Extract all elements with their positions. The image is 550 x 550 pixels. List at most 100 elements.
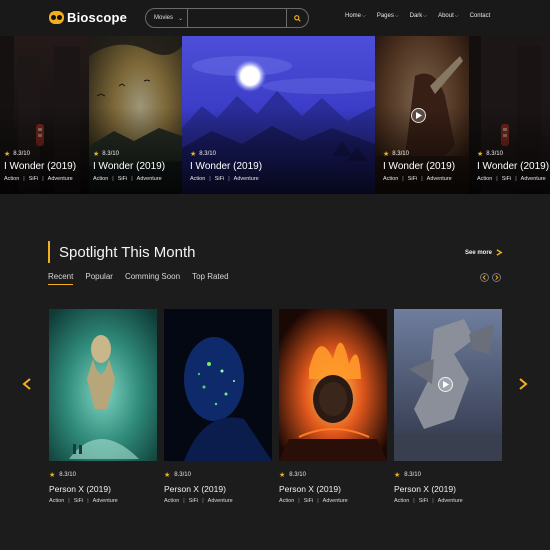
hero-carousel: ★ 8.3/10 I Wonder (2019) Action | SiFi | Adve… (0, 36, 550, 194)
search-button[interactable] (286, 9, 308, 27)
slide-rating: 8.3/10 (486, 151, 503, 157)
nav-contact[interactable]: Contact (470, 13, 491, 19)
movie-poster[interactable] (394, 309, 502, 461)
nav-home[interactable]: Home ⌵ (345, 13, 366, 19)
star-icon: ★ (394, 472, 401, 479)
slide-rating: 8.3/10 (199, 151, 216, 157)
chevron-down-icon: ⌄ (177, 15, 183, 22)
filter-tabs: Recent Popular Comming Soon Top Rated (48, 272, 241, 285)
chevron-down-icon: ⌵ (423, 13, 428, 19)
genre-tag[interactable]: Action (394, 498, 409, 504)
nav-pages[interactable]: Pages ⌵ (377, 13, 399, 19)
tab-popular[interactable]: Popular (85, 272, 113, 285)
slide-info: ★ 8.3/10 I Wonder (2019) Action | SiFi | Adve… (383, 151, 456, 182)
play-icon (415, 112, 422, 119)
genre-tag[interactable]: SiFi (408, 176, 417, 182)
nav-dark-label: Dark (409, 13, 423, 19)
tab-top-rated[interactable]: Top Rated (192, 272, 228, 285)
genre-tag[interactable]: Adventure (93, 498, 118, 504)
genre-tag[interactable]: Action (383, 176, 398, 182)
search-bar: Movies ⌄ (145, 8, 309, 28)
genre-tag[interactable]: SiFi (215, 176, 224, 182)
movie-card[interactable]: ★ 8.3/10 Person X (2019) Action | SiFi | Adve… (279, 309, 387, 504)
genre-tag[interactable]: SiFi (419, 498, 428, 504)
play-button[interactable] (438, 377, 453, 392)
hero-slide-active[interactable]: ★ 8.3/10 I Wonder (2019) Action | SiFi | Adve… (182, 36, 375, 194)
logo[interactable]: Bioscope (49, 10, 127, 25)
nav-about[interactable]: About ⌵ (438, 13, 458, 19)
tab-recent[interactable]: Recent (48, 272, 74, 285)
card-title[interactable]: Person X (2019) (49, 484, 157, 494)
genre-tag[interactable]: Action (190, 176, 205, 182)
prev-button[interactable] (480, 273, 489, 282)
movie-card[interactable]: ★ 8.3/10 Person X (2019) Action | SiFi | Adve… (164, 309, 272, 504)
movie-poster[interactable] (164, 309, 272, 461)
genre-tag[interactable]: Adventure (48, 176, 73, 182)
see-more-link[interactable]: See more (465, 249, 503, 256)
chevron-right-icon (495, 275, 499, 280)
slide-rating: 8.3/10 (102, 151, 119, 157)
star-icon: ★ (4, 151, 11, 158)
slide-title[interactable]: I Wonder (2019) (93, 161, 165, 172)
hero-slide[interactable]: ★ 8.3/10 I Wonder (2019) Action | SiFi | Adve… (469, 36, 550, 194)
card-title[interactable]: Person X (2019) (279, 484, 387, 494)
nav-contact-label: Contact (469, 13, 491, 19)
card-rating: 8.3/10 (174, 472, 191, 478)
card-rating: 8.3/10 (404, 472, 421, 478)
genre-tag[interactable]: Action (164, 498, 179, 504)
movie-poster[interactable] (279, 309, 387, 461)
genre-tag[interactable]: SiFi (189, 498, 198, 504)
genre-tag[interactable]: SiFi (29, 176, 38, 182)
star-icon: ★ (477, 151, 484, 158)
movie-card[interactable]: ★ 8.3/10 Person X (2019) Action | SiFi | Adve… (49, 309, 157, 504)
card-title[interactable]: Person X (2019) (394, 484, 502, 494)
genre-tag[interactable]: Adventure (234, 176, 259, 182)
movie-poster[interactable] (49, 309, 157, 461)
slide-title[interactable]: I Wonder (2019) (190, 161, 262, 172)
genre-tag[interactable]: Adventure (323, 498, 348, 504)
genre-tag[interactable]: Adventure (427, 176, 452, 182)
slide-info: ★ 8.3/10 I Wonder (2019) Action | SiFi | Adve… (190, 151, 263, 182)
movie-card[interactable]: ★ 8.3/10 Person X (2019) Action | SiFi | Adve… (394, 309, 502, 504)
genre-tag[interactable]: SiFi (74, 498, 83, 504)
hero-slide[interactable]: ★ 8.3/10 I Wonder (2019) Action | SiFi | Adve… (89, 36, 182, 194)
genre-tag[interactable]: Adventure (208, 498, 233, 504)
card-title[interactable]: Person X (2019) (164, 484, 272, 494)
arrow-right-icon (496, 249, 503, 256)
genre-tag[interactable]: Action (49, 498, 64, 504)
genre-tag[interactable]: Action (93, 176, 108, 182)
star-icon: ★ (49, 472, 56, 479)
genre-tag[interactable]: Action (4, 176, 19, 182)
carousel-prev-arrow[interactable] (22, 378, 32, 390)
genre-tag[interactable]: SiFi (118, 176, 127, 182)
hero-slide[interactable]: ★ 8.3/10 I Wonder (2019) Action | SiFi | Adve… (0, 36, 89, 194)
tab-coming-soon[interactable]: Comming Soon (125, 272, 180, 285)
genre-tag[interactable]: Adventure (137, 176, 162, 182)
nav-dark[interactable]: Dark ⌵ (410, 13, 427, 19)
search-category-select[interactable]: Movies ⌄ (146, 9, 188, 27)
genre-tag[interactable]: SiFi (304, 498, 313, 504)
card-rating: 8.3/10 (289, 472, 306, 478)
slide-info: ★ 8.3/10 I Wonder (2019) Action | SiFi | Adve… (93, 151, 166, 182)
slide-title[interactable]: I Wonder (2019) (383, 161, 455, 172)
slide-rating: 8.3/10 (392, 151, 409, 157)
genre-tag[interactable]: Adventure (438, 498, 463, 504)
search-input[interactable] (188, 9, 286, 27)
poster-image (49, 309, 157, 461)
star-icon: ★ (164, 472, 171, 479)
star-icon: ★ (190, 151, 197, 158)
genre-tag[interactable]: Action (279, 498, 294, 504)
next-button[interactable] (492, 273, 501, 282)
hero-slide[interactable]: ★ 8.3/10 I Wonder (2019) Action | SiFi | Adve… (375, 36, 469, 194)
chevron-down-icon: ⌵ (362, 13, 366, 19)
genre-tag[interactable]: Adventure (521, 176, 546, 182)
slide-title[interactable]: I Wonder (2019) (4, 161, 76, 172)
carousel-next-arrow[interactable] (518, 378, 528, 390)
genre-tag[interactable]: Action (477, 176, 492, 182)
star-icon: ★ (383, 151, 390, 158)
genre-tag[interactable]: SiFi (502, 176, 511, 182)
slide-info: ★ 8.3/10 I Wonder (2019) Action | SiFi | Adve… (477, 151, 550, 182)
search-icon (294, 14, 301, 22)
slide-title[interactable]: I Wonder (2019) (477, 161, 549, 172)
play-button[interactable] (411, 108, 426, 123)
